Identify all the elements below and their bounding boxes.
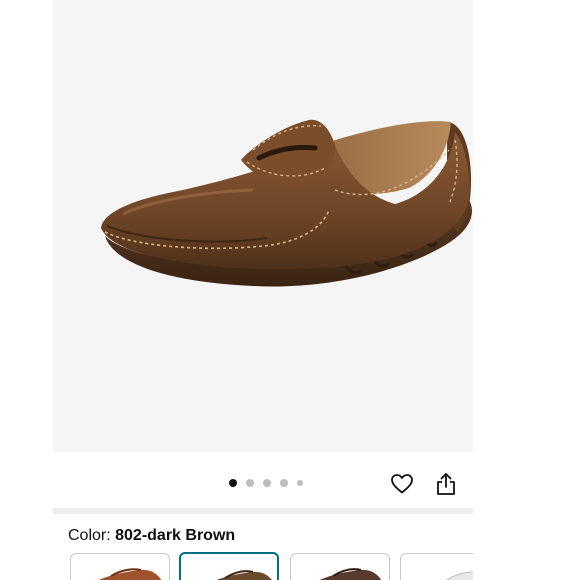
share-icon [437, 473, 455, 495]
color-swatch-1[interactable] [70, 553, 170, 580]
product-image[interactable] [53, 0, 473, 452]
color-swatch-2[interactable] [179, 552, 279, 580]
pagination-dot-5[interactable] [297, 480, 303, 486]
loafer-shoe-image [101, 119, 472, 287]
wishlist-button[interactable] [387, 469, 417, 499]
pagination-dot-4[interactable] [280, 479, 288, 487]
pagination-dot-1[interactable] [229, 479, 237, 487]
share-button[interactable] [431, 469, 461, 499]
swatch-shoe-thumbnail [216, 570, 272, 580]
color-variation-row: Color: 802-dark Brown [68, 527, 468, 547]
color-label: Color: [68, 527, 116, 544]
pagination-dot-2[interactable] [246, 479, 254, 487]
swatch-shoe-thumbnail [445, 571, 473, 580]
pagination-dot-3[interactable] [263, 479, 271, 487]
selected-color-value: 802-dark Brown [115, 527, 236, 544]
color-swatch-3[interactable] [290, 553, 390, 580]
image-gallery-controls [53, 452, 473, 508]
section-divider [53, 508, 473, 514]
product-detail-page: Color: 802-dark Brown [0, 0, 580, 580]
swatch-shoe-thumbnail [99, 568, 162, 580]
swatch-shoe-thumbnail [319, 568, 382, 580]
heart-icon [391, 474, 413, 494]
color-swatch-4[interactable] [400, 553, 473, 580]
image-pagination-dots[interactable] [229, 478, 303, 488]
color-swatch-list [70, 551, 473, 580]
